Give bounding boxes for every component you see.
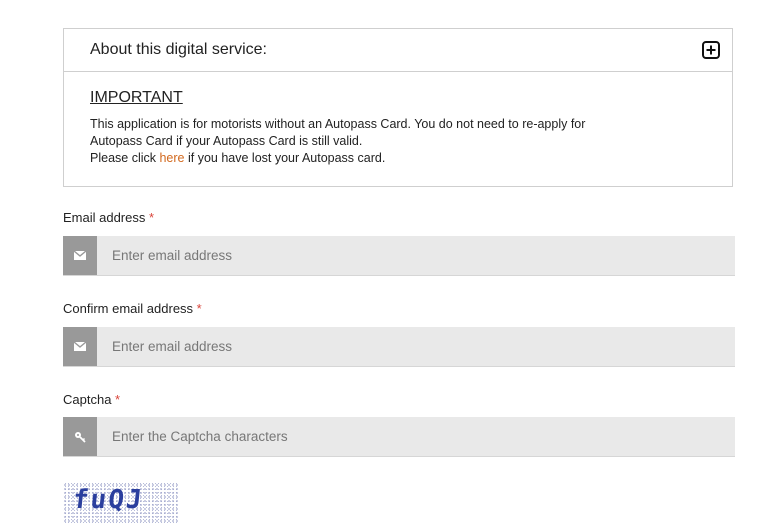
envelope-icon xyxy=(63,236,97,275)
email-input[interactable] xyxy=(97,236,735,275)
about-title: About this digital service: xyxy=(90,41,267,58)
required-marker: * xyxy=(115,392,121,407)
confirm-email-input[interactable] xyxy=(97,327,735,366)
email-label: Email address * xyxy=(63,210,154,225)
important-heading: IMPORTANT xyxy=(90,89,183,106)
envelope-icon xyxy=(63,327,97,366)
captcha-input-group xyxy=(63,417,735,457)
captcha-image: fuQJ xyxy=(63,483,179,523)
about-text-line-3-after: if you have lost your Autopass card. xyxy=(184,151,386,165)
lost-card-link[interactable]: here xyxy=(159,151,184,165)
confirm-email-label: Confirm email address * xyxy=(63,301,202,316)
captcha-image-text: fuQJ xyxy=(71,485,146,515)
required-marker: * xyxy=(149,210,155,225)
confirm-email-input-group xyxy=(63,327,735,367)
key-icon xyxy=(63,417,97,456)
about-panel: About this digital service: IMPORTANT Th… xyxy=(63,28,733,187)
about-header[interactable]: About this digital service: xyxy=(64,29,732,72)
email-input-group xyxy=(63,236,735,276)
about-text-line-2: Autopass Card if your Autopass Card is s… xyxy=(90,134,363,148)
captcha-input[interactable] xyxy=(97,417,735,456)
email-label-text: Email address xyxy=(63,210,146,225)
about-body: IMPORTANT This application is for motori… xyxy=(64,72,732,167)
required-marker: * xyxy=(196,301,202,316)
confirm-email-label-text: Confirm email address xyxy=(63,301,194,316)
about-text-line-1: This application is for motorists withou… xyxy=(90,117,586,131)
plus-box-icon[interactable] xyxy=(702,41,720,59)
captcha-label: Captcha * xyxy=(63,392,120,407)
page: About this digital service: IMPORTANT Th… xyxy=(0,0,758,526)
about-text-line-3-before: Please click xyxy=(90,151,160,165)
captcha-label-text: Captcha xyxy=(63,392,112,407)
about-description: This application is for motorists withou… xyxy=(90,116,706,167)
